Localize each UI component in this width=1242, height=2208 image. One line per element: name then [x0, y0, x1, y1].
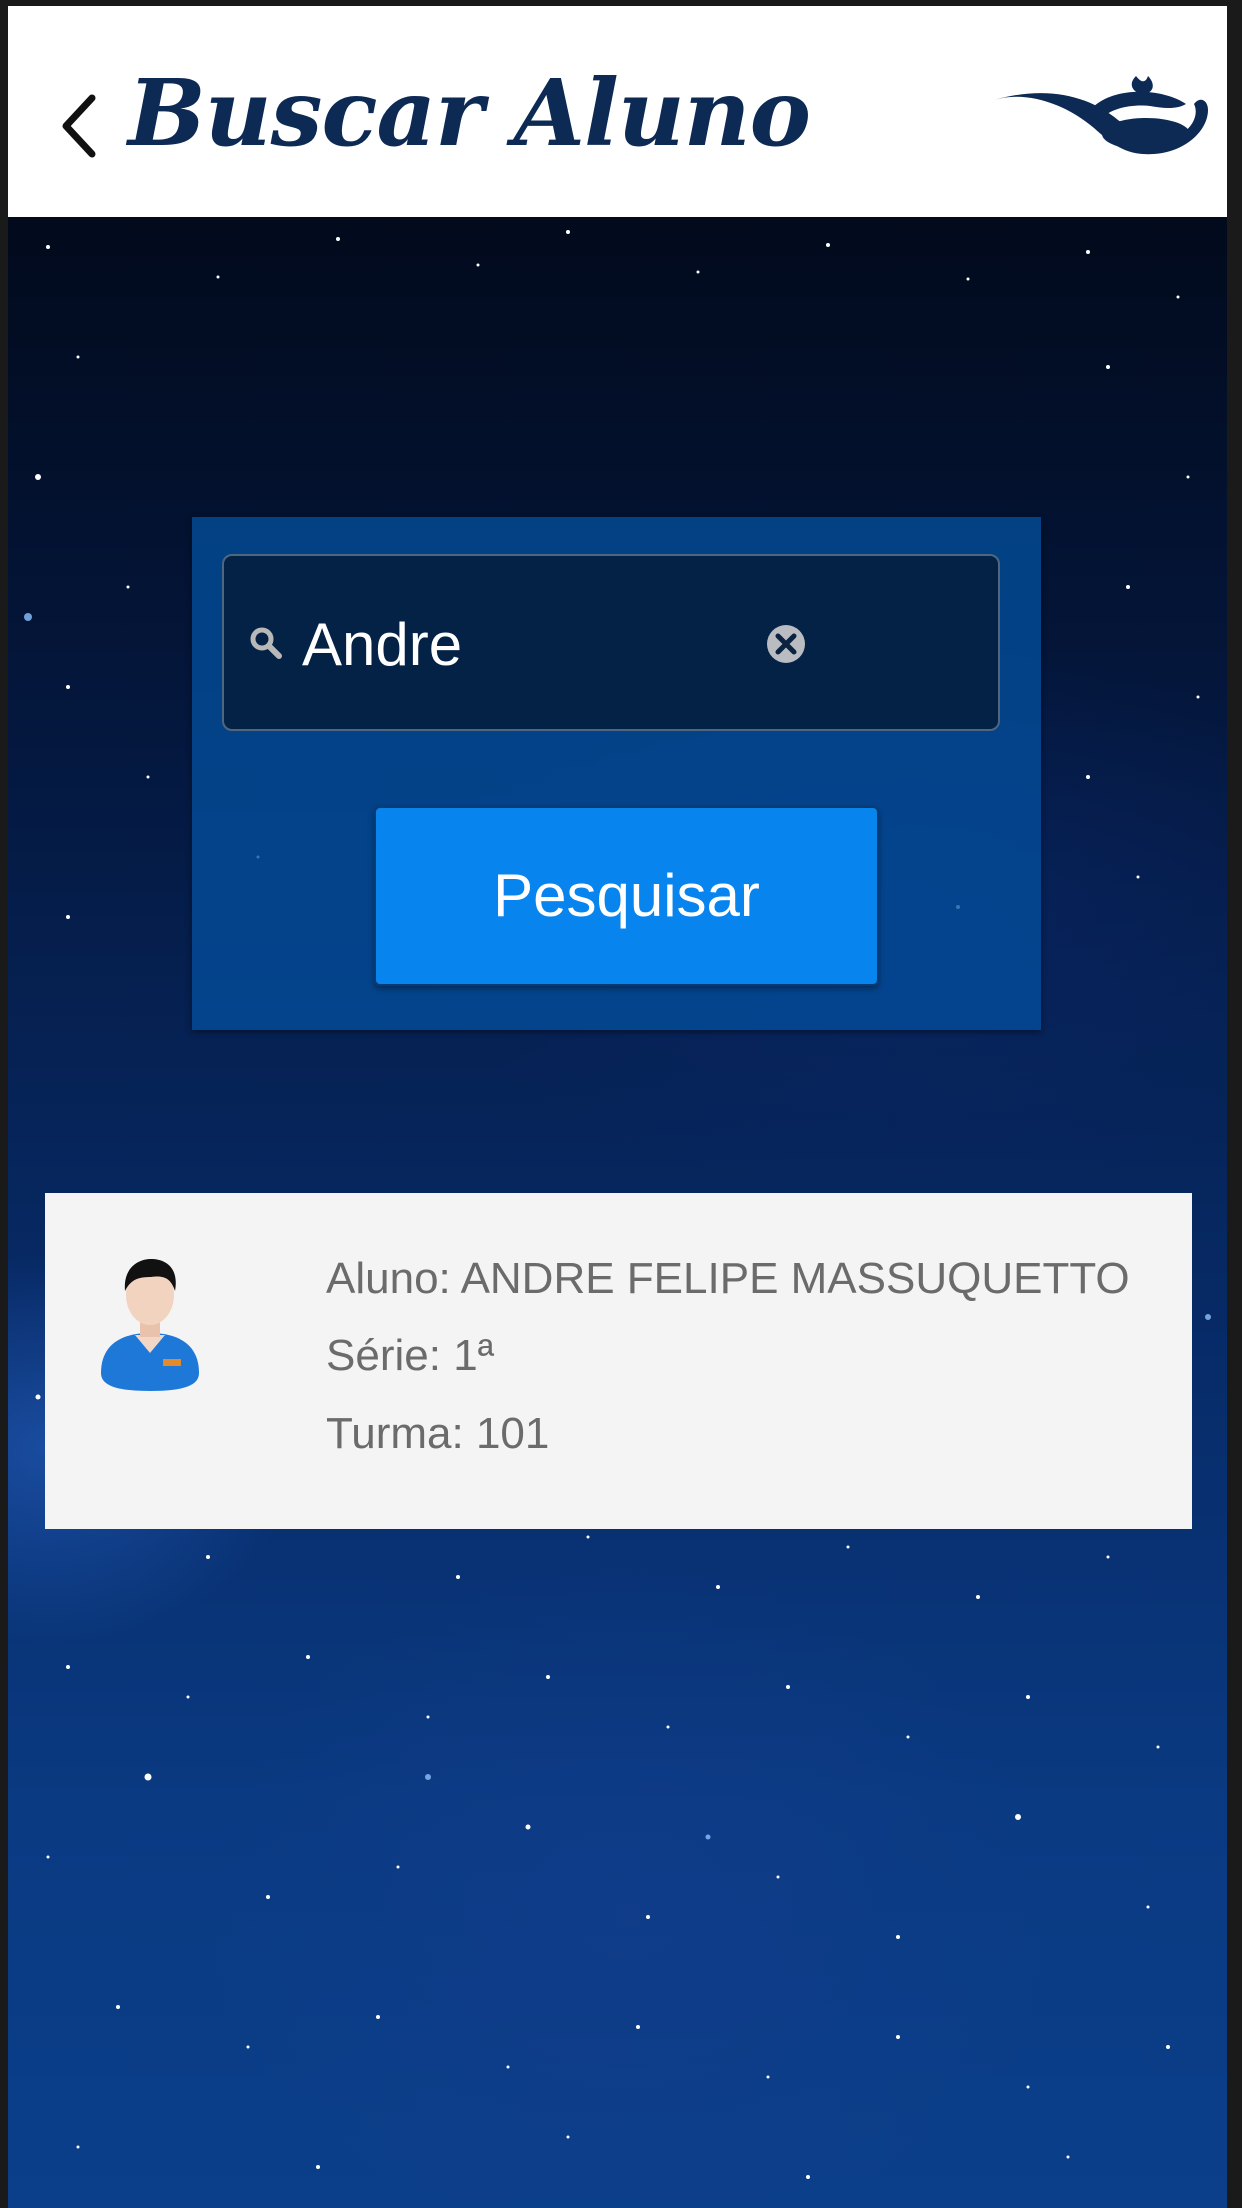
lamp-logo-icon — [994, 76, 1208, 155]
clear-circle-icon[interactable] — [764, 622, 808, 666]
aluno-label: Aluno: — [326, 1254, 451, 1303]
serie-value: 1ª — [453, 1331, 494, 1380]
student-result-card[interactable]: Aluno: ANDRE FELIPE MASSUQUETTO Série: 1… — [45, 1193, 1192, 1529]
back-button[interactable] — [48, 86, 108, 166]
aluno-value: ANDRE FELIPE MASSUQUETTO — [460, 1254, 1130, 1303]
app-screen: Buscar Aluno Andre Pesquisar Aluno: ANDR… — [8, 6, 1227, 2208]
header-bar: Buscar Aluno — [8, 6, 1227, 217]
turma-label: Turma: — [326, 1409, 464, 1458]
search-field[interactable] — [222, 554, 1000, 731]
student-turma-line: Turma: 101 — [326, 1408, 549, 1461]
search-panel: Pesquisar — [192, 517, 1041, 1030]
student-avatar-icon — [101, 1259, 199, 1391]
starfield-background: Pesquisar Aluno: ANDRE FELIPE MASSUQUETT… — [8, 217, 1227, 2208]
search-input[interactable] — [302, 596, 772, 692]
student-serie-line: Série: 1ª — [326, 1330, 494, 1383]
serie-label: Série: — [326, 1331, 441, 1380]
page-title: Buscar Aluno — [128, 59, 811, 167]
search-icon — [250, 627, 282, 659]
turma-value: 101 — [475, 1409, 550, 1458]
chevron-left-icon — [62, 94, 96, 158]
student-name-line: Aluno: ANDRE FELIPE MASSUQUETTO — [326, 1253, 1130, 1306]
search-button[interactable]: Pesquisar — [374, 806, 879, 986]
